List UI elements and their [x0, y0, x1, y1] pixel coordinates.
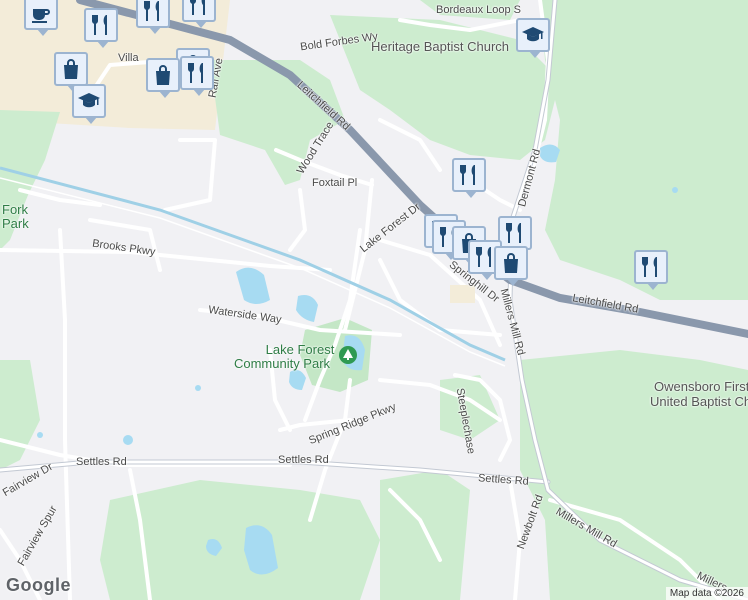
restaurant-marker[interactable]: [84, 8, 118, 48]
restaurant-marker[interactable]: [634, 250, 668, 290]
restaurant-icon: [460, 165, 475, 185]
restaurant-icon: [642, 257, 657, 277]
restaurant-icon: [190, 0, 205, 15]
google-logo: Google: [6, 575, 71, 595]
shopping-marker[interactable]: [494, 246, 528, 286]
school-icon: [522, 27, 544, 42]
school-icon: [78, 93, 100, 108]
cafe-icon: [32, 9, 50, 23]
restaurant-marker[interactable]: [182, 0, 216, 28]
restaurant-marker[interactable]: [498, 216, 532, 256]
school-marker[interactable]: [72, 84, 106, 124]
road-label-settles-2: Settles Rd: [278, 454, 329, 466]
school-marker[interactable]: [516, 18, 550, 58]
shopping-bag-icon: [504, 253, 518, 273]
restaurant-icon: [188, 63, 203, 83]
restaurant-marker[interactable]: [452, 158, 486, 198]
poi-owensboro-first-line2[interactable]: United Baptist Church: [650, 395, 748, 409]
road-label-settles-1: Settles Rd: [76, 456, 127, 468]
map-attribution[interactable]: Map data ©2026: [665, 587, 748, 600]
poi-lake-forest-park-line1[interactable]: Lake Forest: [260, 343, 340, 357]
road-label-bordeaux: Bordeaux Loop S: [436, 4, 522, 16]
map-canvas[interactable]: [0, 0, 748, 600]
road-label-foxtail: Foxtail Pl: [312, 177, 358, 189]
park-tree-icon: [339, 346, 357, 364]
poi-fork-park-line1[interactable]: Fork: [2, 203, 28, 217]
restaurant-icon: [506, 223, 521, 243]
poi-lake-forest-park-line2[interactable]: Community Park: [226, 357, 338, 371]
restaurant-marker[interactable]: [180, 56, 214, 96]
poi-heritage-baptist[interactable]: Heritage Baptist Church: [371, 40, 509, 54]
shopping-marker[interactable]: [54, 52, 88, 92]
restaurant-icon: [92, 15, 107, 35]
poi-owensboro-first-line1[interactable]: Owensboro First: [654, 380, 748, 394]
road-label-village-frag: Villa: [118, 52, 139, 64]
poi-fork-park-line2[interactable]: Park: [2, 217, 29, 231]
restaurant-icon: [144, 1, 159, 21]
shopping-bag-icon: [156, 65, 170, 85]
shopping-marker[interactable]: [146, 58, 180, 98]
cafe-marker[interactable]: [24, 0, 58, 36]
restaurant-marker[interactable]: [136, 0, 170, 34]
shopping-bag-icon: [64, 59, 78, 79]
